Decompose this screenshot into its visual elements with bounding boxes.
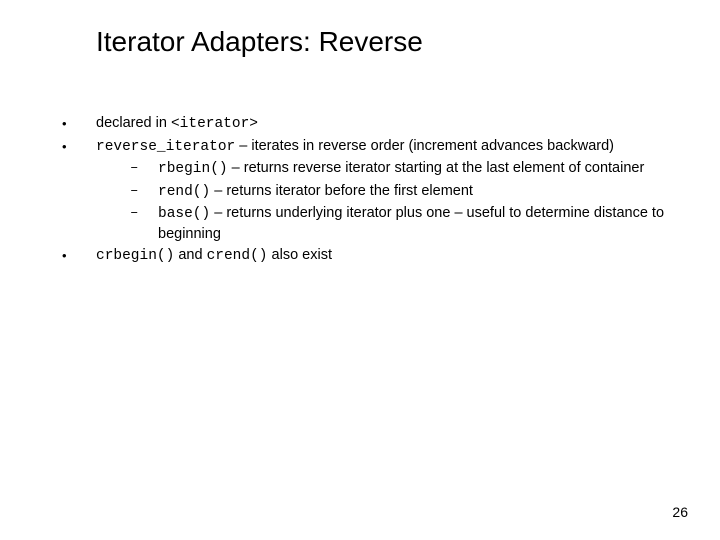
bullet-icon: • [62, 246, 96, 265]
list-item: – rbegin() – returns reverse iterator st… [130, 159, 680, 180]
list-item: – rend() – returns iterator before the f… [130, 182, 680, 203]
code-fragment: <iterator> [171, 116, 258, 132]
text-fragment: – returns iterator before the first elem… [210, 183, 473, 199]
slide-body: • declared in <iterator> • reverse_itera… [62, 114, 680, 269]
dash-icon: – [130, 159, 158, 178]
code-fragment: base() [158, 206, 210, 222]
bullet-icon: • [62, 137, 96, 156]
bullet-icon: • [62, 114, 96, 133]
text-fragment: – returns underlying iterator plus one –… [158, 205, 664, 242]
item-text: declared in <iterator> [96, 114, 680, 135]
list-item: • reverse_iterator – iterates in reverse… [62, 137, 680, 245]
item-text: rbegin() – returns reverse iterator star… [158, 159, 680, 180]
item-text: reverse_iterator – iterates in reverse o… [96, 137, 680, 245]
dash-icon: – [130, 204, 158, 223]
text-fragment: – iterates in reverse order (increment a… [235, 138, 614, 154]
dash-icon: – [130, 182, 158, 201]
page-title: Iterator Adapters: Reverse [96, 26, 423, 58]
item-text: rend() – returns iterator before the fir… [158, 182, 680, 203]
list-item: • crbegin() and crend() also exist [62, 246, 680, 267]
code-fragment: reverse_iterator [96, 139, 235, 155]
text-fragment: – returns reverse iterator starting at t… [228, 160, 645, 176]
text-fragment: declared in [96, 115, 171, 131]
code-fragment: crend() [207, 248, 268, 264]
code-fragment: rend() [158, 184, 210, 200]
list-item: – base() – returns underlying iterator p… [130, 204, 680, 244]
text-fragment: and [174, 247, 206, 263]
page-number: 26 [672, 504, 688, 520]
code-fragment: crbegin() [96, 248, 174, 264]
code-fragment: rbegin() [158, 161, 228, 177]
item-text: crbegin() and crend() also exist [96, 246, 680, 267]
list-item: • declared in <iterator> [62, 114, 680, 135]
item-text: base() – returns underlying iterator plu… [158, 204, 680, 244]
text-fragment: also exist [268, 247, 332, 263]
